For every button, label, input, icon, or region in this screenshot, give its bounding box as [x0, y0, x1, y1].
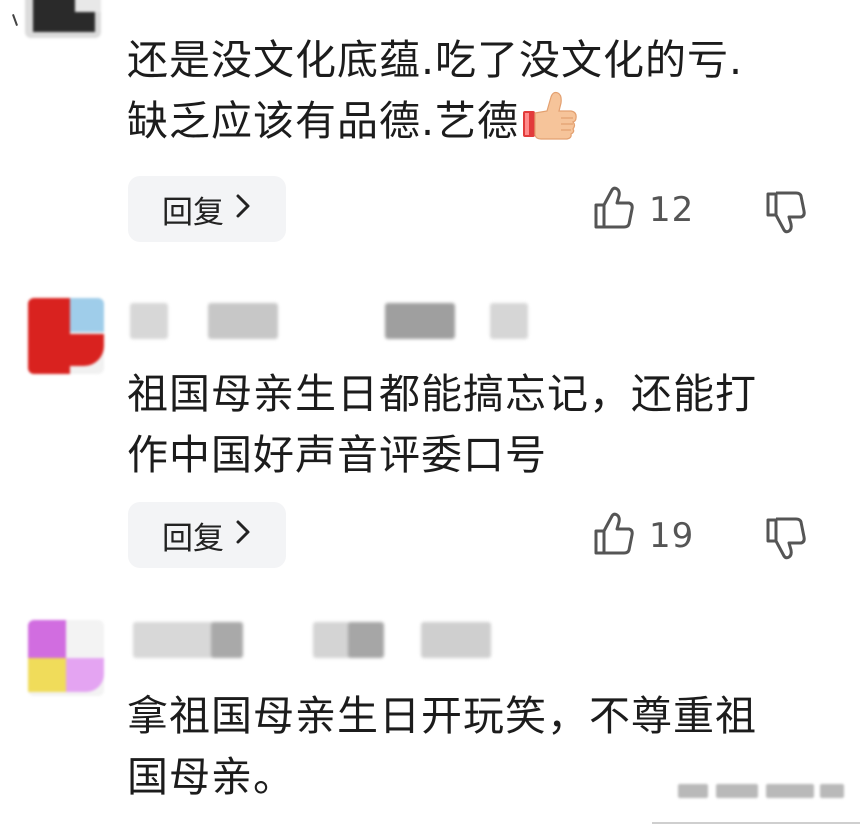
comment-thread: 还是没文化底蕴.吃了没文化的亏. 缺乏应该有品德.艺德 回复 12 祖国母亲生日… — [0, 0, 860, 828]
user-avatar[interactable] — [28, 298, 104, 374]
blurred-username — [133, 622, 493, 658]
thumbs-down-outline-icon[interactable] — [765, 190, 807, 238]
watermark — [678, 780, 848, 802]
user-avatar[interactable] — [25, 0, 101, 38]
comment-line: 祖国母亲生日都能搞忘记，还能打 — [127, 370, 757, 418]
chevron-right-icon — [234, 193, 252, 225]
bottom-divider — [652, 822, 860, 824]
like-count: 19 — [649, 516, 695, 556]
like-count: 12 — [649, 190, 695, 230]
thumbs-up-outline-icon — [593, 512, 635, 560]
chevron-right-icon — [234, 519, 252, 551]
reply-button[interactable]: 回复 — [128, 176, 286, 242]
comment-text: 祖国母亲生日都能搞忘记，还能打 作中国好声音评委口号 — [127, 364, 827, 486]
reply-button[interactable]: 回复 — [128, 502, 286, 568]
thumbs-up-outline-icon — [593, 186, 635, 234]
comment-line: 作中国好声音评委口号 — [127, 431, 547, 479]
user-avatar[interactable] — [28, 620, 104, 696]
comment-line: 缺乏应该有品德.艺德 — [127, 91, 827, 152]
comment-line: 还是没文化底蕴.吃了没文化的亏. — [127, 36, 744, 84]
avatar-edge-mark — [12, 14, 18, 26]
like-button[interactable]: 19 — [593, 512, 694, 560]
thumbs-up-emoji-icon — [521, 91, 577, 141]
thumbs-down-outline-icon[interactable] — [765, 516, 807, 564]
like-button[interactable]: 12 — [593, 186, 694, 234]
reply-label: 回复 — [162, 520, 224, 557]
blurred-username — [130, 303, 530, 339]
comment-text: 还是没文化底蕴.吃了没文化的亏. 缺乏应该有品德.艺德 — [127, 30, 827, 152]
reply-label: 回复 — [162, 194, 224, 231]
comment-line: 拿祖国母亲生日开玩笑，不尊重祖 — [127, 692, 757, 740]
